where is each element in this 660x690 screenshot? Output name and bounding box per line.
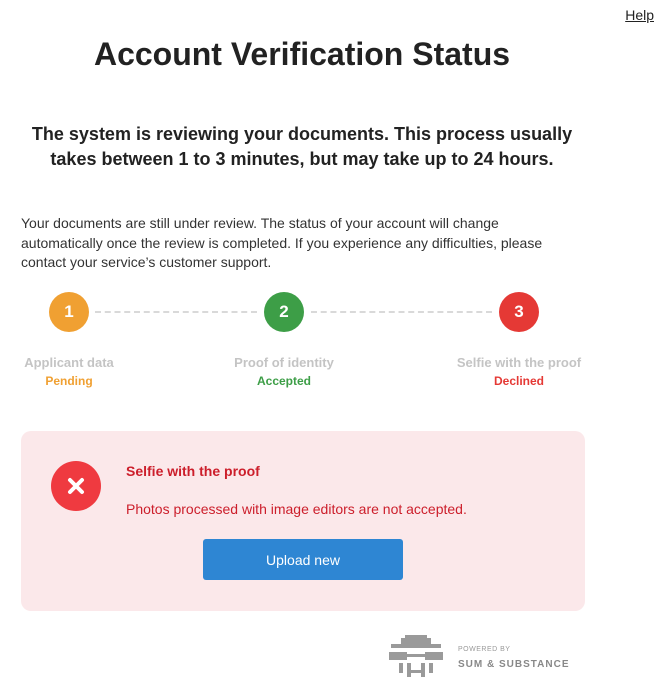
page-title: Account Verification Status: [93, 36, 511, 72]
step-status: Accepted: [256, 374, 312, 388]
powered-by-badge: POWERED BY SUM & SUBSTANCE: [385, 632, 585, 682]
step-applicant-data: 1 Applicant data Pending: [0, 290, 154, 388]
step-label: Proof of identity: [234, 355, 334, 370]
decline-alert: Selfie with the proof Photos processed w…: [21, 431, 585, 611]
alert-title: Selfie with the proof: [126, 463, 260, 479]
step-number-badge: 3: [499, 292, 539, 332]
powered-by-label: POWERED BY: [458, 646, 511, 653]
step-selfie-with-proof: 3 Selfie with the proof Declined: [434, 290, 604, 388]
step-number-badge: 2: [264, 292, 304, 332]
step-label: Selfie with the proof: [456, 355, 582, 370]
status-subtitle: The system is reviewing your documents. …: [31, 124, 573, 169]
step-proof-of-identity: 2 Proof of identity Accepted: [199, 290, 369, 388]
step-status: Pending: [45, 374, 93, 388]
close-icon: [51, 461, 101, 511]
upload-new-button[interactable]: Upload new: [203, 539, 403, 580]
brand-name: SUM & SUBSTANCE: [458, 659, 570, 670]
verification-steps: 1 Applicant data Pending 2 Proof of iden…: [0, 290, 600, 400]
step-number-badge: 1: [49, 292, 89, 332]
alert-message: Photos processed with image editors are …: [126, 501, 467, 517]
help-link[interactable]: Help: [625, 7, 654, 23]
sumsub-logo-icon: [389, 635, 443, 677]
step-label: Applicant data: [24, 355, 114, 370]
review-description: Your documents are still under review. T…: [21, 215, 543, 270]
step-status: Declined: [493, 374, 544, 388]
